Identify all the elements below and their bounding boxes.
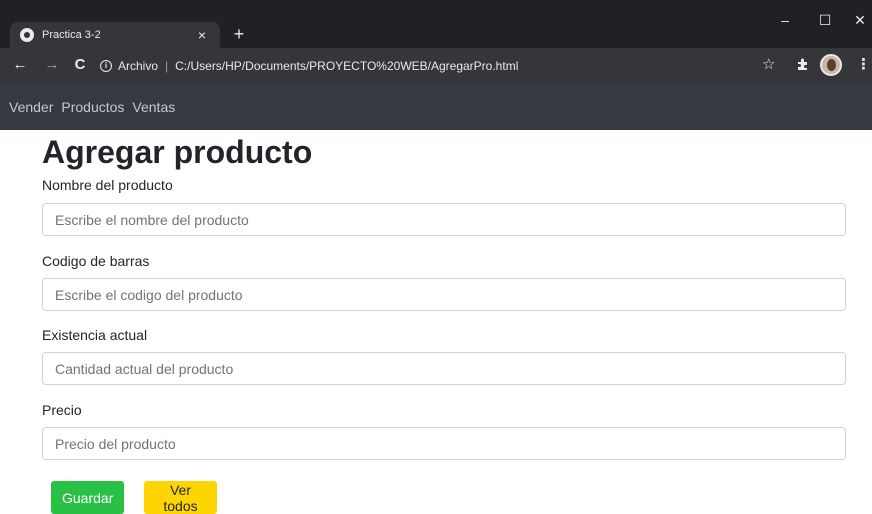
price-label: Precio <box>42 402 82 418</box>
barcode-label: Codigo de barras <box>42 253 150 269</box>
address-bar[interactable]: i Archivo | C:/Users/HP/Documents/PROYEC… <box>100 55 790 77</box>
close-tab-icon[interactable]: × <box>194 27 210 43</box>
browser-tabstrip: Practica 3-2 × + – ☐ ✕ <box>0 0 872 48</box>
view-all-button[interactable]: Ver todos <box>144 481 217 514</box>
nav-link-vender[interactable]: Vender <box>9 99 53 115</box>
minimize-icon[interactable]: – <box>770 12 800 28</box>
new-tab-icon[interactable]: + <box>228 24 250 44</box>
maximize-icon[interactable]: ☐ <box>810 12 840 29</box>
save-button[interactable]: Guardar <box>51 481 124 514</box>
stock-label: Existencia actual <box>42 327 148 343</box>
url-separator: | <box>165 59 169 73</box>
nav-link-productos[interactable]: Productos <box>61 99 124 115</box>
price-input[interactable] <box>42 427 846 460</box>
back-icon[interactable]: ← <box>10 56 30 74</box>
product-name-input[interactable] <box>42 203 846 236</box>
reload-icon[interactable]: C <box>70 56 90 74</box>
site-navbar: Vender Productos Ventas <box>0 84 872 130</box>
barcode-input[interactable] <box>42 278 846 311</box>
globe-icon <box>20 28 34 42</box>
profile-avatar[interactable] <box>820 54 842 76</box>
bookmark-star-icon[interactable]: ☆ <box>762 56 775 74</box>
url-scheme: Archivo <box>118 59 159 73</box>
window-close-icon[interactable]: ✕ <box>845 12 872 29</box>
page-title: Agregar producto <box>42 134 313 170</box>
nav-link-ventas[interactable]: Ventas <box>132 99 175 115</box>
product-name-label: Nombre del producto <box>42 177 173 193</box>
browser-tab[interactable]: Practica 3-2 × <box>10 22 220 48</box>
stock-input[interactable] <box>42 352 846 385</box>
browser-menu-icon[interactable]: ⋮ <box>856 56 871 74</box>
forward-icon[interactable]: → <box>42 56 62 74</box>
extensions-puzzle-icon[interactable] <box>796 57 810 71</box>
url-text[interactable]: C:/Users/HP/Documents/PROYECTO%20WEB/Agr… <box>175 59 518 73</box>
info-icon[interactable]: i <box>100 60 112 72</box>
tab-title: Practica 3-2 <box>42 29 101 41</box>
browser-toolbar: ← → C i Archivo | C:/Users/HP/Documents/… <box>0 48 872 84</box>
